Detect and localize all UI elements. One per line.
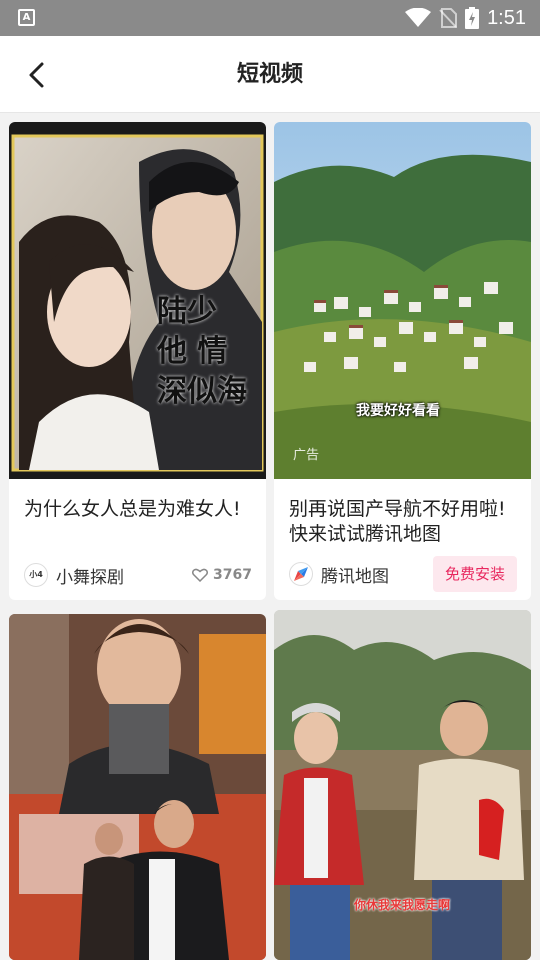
author-avatar[interactable]: 小4 — [24, 563, 48, 587]
status-bar: A 1:51 — [0, 0, 540, 36]
ad-meta: 腾讯地图 免费安装 — [289, 555, 517, 593]
video-title[interactable]: 为什么女人总是为难女人! — [24, 497, 252, 522]
video-thumbnail[interactable]: 陆少 他 情深似海 — [9, 122, 266, 479]
village-landscape-image — [274, 122, 531, 479]
video-card[interactable]: 陆少 他 情深似海 为什么女人总是为难女人! 小4 小舞探剧 3767 — [9, 122, 266, 600]
top-app-bar: 短视频 — [0, 36, 540, 113]
no-sim-icon — [439, 8, 458, 28]
ad-video-caption: 我要好好看看 — [356, 403, 440, 419]
app-notification-icon: A — [18, 9, 35, 26]
drama-scene-image — [9, 614, 266, 960]
ad-card[interactable]: 我要好好看看 广告 别再说国产导航不好用啦!快来试试腾讯地图 腾讯地图 免费安装 — [274, 122, 531, 600]
tencent-map-logo-icon[interactable] — [289, 562, 313, 586]
wifi-icon — [405, 8, 432, 27]
author-name[interactable]: 小舞探剧 — [56, 563, 124, 588]
ad-title[interactable]: 别再说国产导航不好用啦!快来试试腾讯地图 — [289, 497, 517, 547]
like-count[interactable]: 3767 — [192, 567, 252, 583]
like-count-value: 3767 — [213, 567, 252, 583]
page-title: 短视频 — [236, 62, 303, 87]
heart-icon — [192, 568, 209, 582]
status-icons: 1:51 — [405, 5, 526, 31]
drama-title-text: 陆少 他 情深似海 — [157, 294, 247, 409]
video-card[interactable] — [9, 614, 266, 960]
video-subtitle: 你休我来我愿走啊 — [354, 898, 451, 912]
ad-thumbnail[interactable]: 我要好好看看 广告 — [274, 122, 531, 479]
video-meta: 小4 小舞探剧 3767 — [24, 561, 252, 589]
video-thumbnail[interactable] — [9, 614, 266, 960]
battery-icon — [465, 7, 480, 29]
install-button[interactable]: 免费安装 — [432, 556, 517, 592]
video-card[interactable]: 你休我来我愿走啊 — [274, 610, 531, 960]
clock: 1:51 — [487, 7, 526, 29]
video-thumbnail[interactable]: 你休我来我愿走啊 — [274, 610, 531, 960]
ad-label: 广告 — [293, 448, 320, 463]
advertiser-name[interactable]: 腾讯地图 — [321, 562, 389, 587]
